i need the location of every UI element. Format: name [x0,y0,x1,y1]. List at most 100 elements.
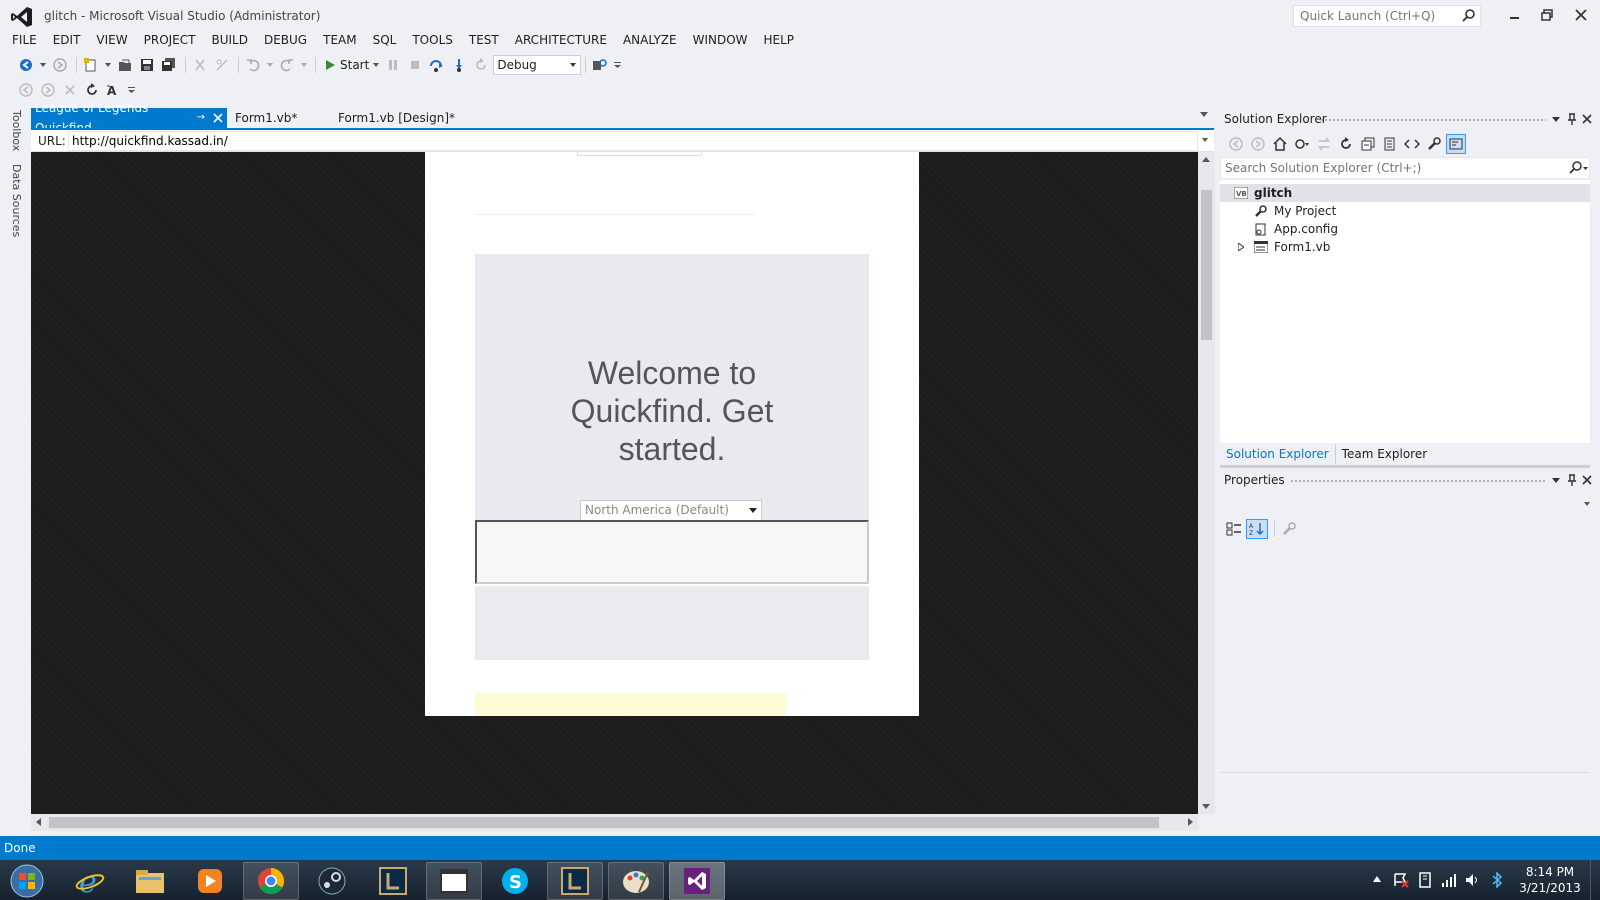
step-into-button[interactable] [449,55,469,75]
menu-build[interactable]: BUILD [203,30,255,50]
panel-grip[interactable] [1290,479,1546,484]
solution-search-input[interactable] [1221,158,1551,178]
window-taskbar-icon[interactable] [426,862,482,900]
menu-window[interactable]: WINDOW [685,30,756,50]
tab-league-of-legends-quickfind[interactable]: League of Legends Quickfind → [31,101,227,135]
expand-arrow-icon[interactable] [1234,240,1248,254]
undo-dropdown-icon[interactable] [265,55,275,75]
tab-solution-explorer[interactable]: Solution Explorer [1220,444,1336,464]
quick-launch-box[interactable] [1293,5,1481,27]
browser-stop-icon[interactable] [60,80,80,100]
media-player-taskbar-icon[interactable] [182,862,238,900]
solution-configuration-dropdown[interactable]: Debug [493,55,582,75]
back-dropdown-icon[interactable] [38,55,48,75]
show-desktop-button[interactable] [1590,860,1600,900]
region-dropdown[interactable]: North America (Default) [580,500,762,521]
tree-item-my-project[interactable]: My Project [1220,202,1590,220]
collapse-all-icon[interactable] [1358,134,1378,154]
visual-studio-taskbar-icon[interactable] [669,862,725,900]
chrome-taskbar-icon[interactable] [243,862,299,900]
toolbar-options-icon[interactable] [612,55,622,75]
categorized-icon[interactable] [1224,519,1244,539]
redo-dropdown-icon[interactable] [299,55,309,75]
copy-button[interactable] [212,55,232,75]
browser-refresh-icon[interactable] [82,80,102,100]
menu-sql[interactable]: SQL [365,30,405,50]
menu-analyze[interactable]: ANALYZE [615,30,685,50]
menu-tools[interactable]: TOOLS [404,30,461,50]
step-over-button[interactable] [427,55,447,75]
vertical-scroll-thumb[interactable] [1201,190,1212,340]
pin-icon[interactable]: → [197,108,205,128]
quick-launch-input[interactable] [1294,6,1454,26]
new-dropdown-icon[interactable] [103,55,113,75]
properties-wrench-icon[interactable] [1424,134,1444,154]
menu-project[interactable]: PROJECT [136,30,204,50]
alphabetical-icon[interactable]: AZ [1246,519,1268,539]
search-icon[interactable] [1462,9,1476,23]
tab-overflow-dropdown-icon[interactable] [1200,112,1208,117]
url-input[interactable] [68,131,1198,151]
url-dropdown-icon[interactable] [1202,138,1208,142]
save-all-button[interactable] [159,55,179,75]
cut-button[interactable] [190,55,210,75]
find-in-files-button[interactable] [590,55,610,75]
restart-button[interactable] [471,55,491,75]
close-tab-icon[interactable] [213,113,223,123]
refresh-icon[interactable] [1336,134,1356,154]
view-code-icon[interactable] [1402,134,1422,154]
horizontal-scrollbar[interactable] [31,814,1198,831]
league-launcher-taskbar-icon[interactable] [365,862,421,900]
new-project-button[interactable] [81,55,101,75]
menu-debug[interactable]: DEBUG [256,30,315,50]
menu-view[interactable]: VIEW [88,30,135,50]
menu-test[interactable]: TEST [461,30,507,50]
internet-explorer-taskbar-icon[interactable]: e [62,862,118,900]
tree-item-app-config[interactable]: App.config [1220,220,1590,238]
menu-file[interactable]: FILE [4,30,45,50]
show-all-files-icon[interactable] [1380,134,1400,154]
minimize-button[interactable] [1504,6,1526,24]
paint-taskbar-icon[interactable] [608,862,664,900]
panel-grip[interactable] [1320,118,1546,123]
toolbox-tab[interactable]: Toolbox [10,110,23,151]
steam-taskbar-icon[interactable] [304,862,360,900]
pause-button[interactable] [383,55,403,75]
system-clock[interactable]: 8:14 PM 3/21/2013 [1515,864,1585,896]
tab-form1-vb[interactable]: Form1.vb* [231,108,301,128]
home-icon[interactable] [1270,134,1290,154]
save-button[interactable] [137,55,157,75]
start-debugging-button[interactable]: Start [320,58,383,72]
property-pages-icon[interactable] [1279,519,1299,539]
toolbar-options-icon[interactable] [126,80,136,100]
menu-edit[interactable]: EDIT [45,30,89,50]
menu-team[interactable]: TEAM [315,30,364,50]
horizontal-scroll-thumb[interactable] [49,817,1159,828]
object-selector-dropdown[interactable] [1220,493,1590,513]
open-file-button[interactable] [115,55,135,75]
summoner-search-input[interactable] [475,520,869,584]
browser-forward-button[interactable] [38,80,58,100]
forward-nav-button[interactable] [50,55,70,75]
stop-button[interactable] [405,55,425,75]
start-button[interactable] [0,862,54,900]
menu-architecture[interactable]: ARCHITECTURE [507,30,615,50]
tab-form1-design[interactable]: Form1.vb [Design]* [334,108,459,128]
data-sources-tab[interactable]: Data Sources [10,164,23,237]
sync-icon[interactable] [1314,134,1334,154]
solution-explorer-search[interactable] [1220,157,1590,179]
forward-icon[interactable] [1248,134,1268,154]
tree-item-solution[interactable]: VB glitch [1220,184,1590,202]
undo-button[interactable] [243,55,263,75]
restore-button[interactable] [1536,6,1558,24]
preview-selected-items-icon[interactable] [1446,134,1466,154]
league-client-taskbar-icon[interactable] [547,862,603,900]
text-size-icon[interactable]: A [104,80,124,100]
skype-taskbar-icon[interactable]: S [487,862,543,900]
pending-changes-filter-icon[interactable] [1292,134,1312,154]
tree-item-form1[interactable]: Form1.vb [1220,238,1590,256]
browser-back-button[interactable] [16,80,36,100]
vertical-scrollbar[interactable] [1198,152,1215,814]
close-window-button[interactable] [1570,6,1592,24]
back-icon[interactable] [1226,134,1246,154]
